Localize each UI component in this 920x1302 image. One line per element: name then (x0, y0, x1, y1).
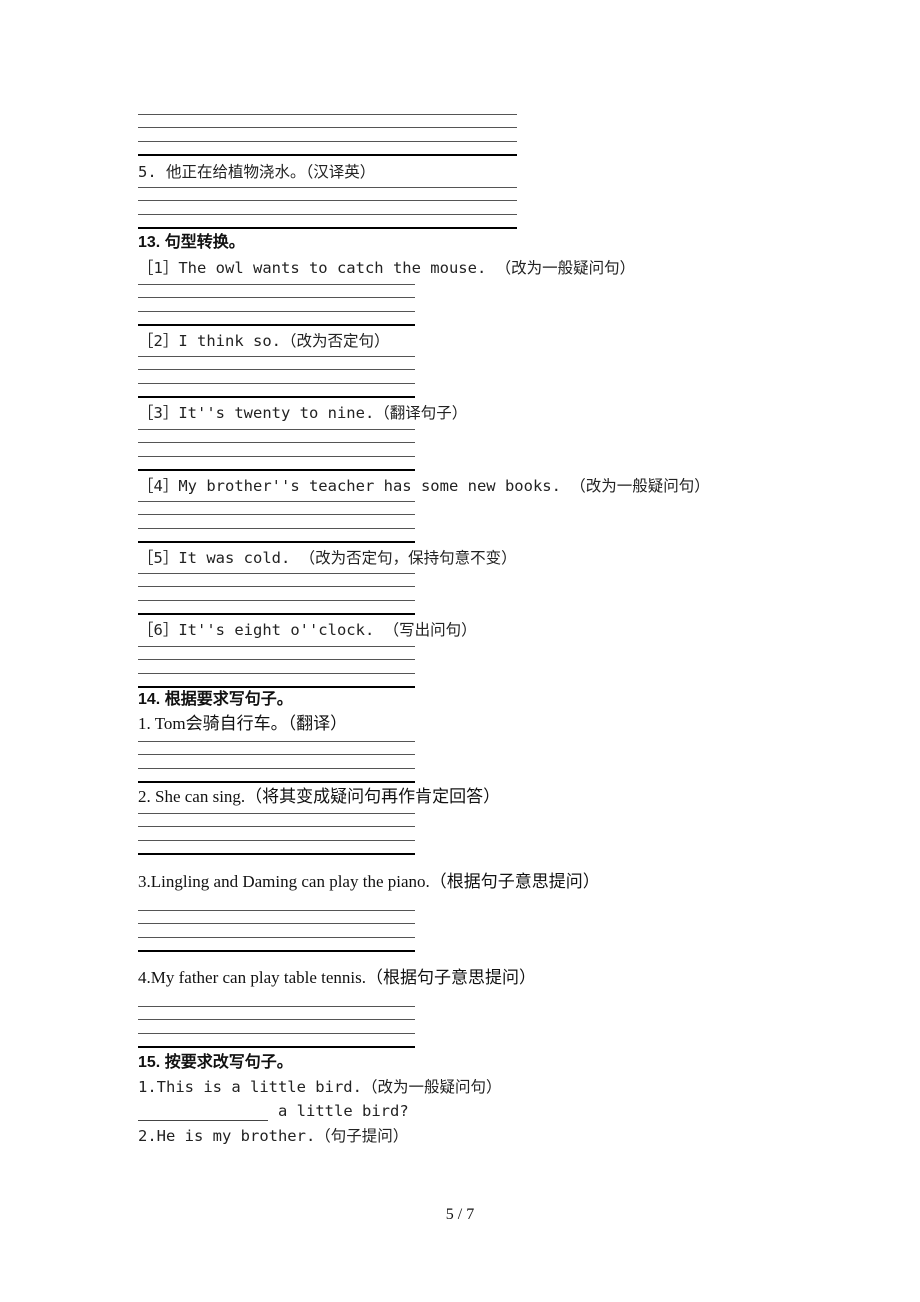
section-13-heading: 13. 句型转换。 (138, 234, 245, 251)
s14-item-1: 1. Tom会骑自行车。（翻译） (138, 714, 348, 733)
answer-line[interactable] (138, 754, 415, 755)
question-5: 5. 他正在给植物浇水。（汉译英） (138, 163, 376, 181)
s13-item-3: ［3］It''s twenty to nine.（翻译句子） (138, 404, 468, 422)
answer-line[interactable] (138, 383, 415, 384)
answer-line[interactable] (138, 659, 415, 660)
answer-line[interactable] (138, 950, 415, 952)
fill-text: a little bird? (278, 1102, 409, 1120)
answer-line[interactable] (138, 573, 415, 574)
answer-line[interactable] (138, 114, 517, 115)
answer-line[interactable] (138, 600, 415, 601)
answer-line[interactable] (138, 826, 415, 827)
answer-line[interactable] (138, 456, 415, 457)
answer-line[interactable] (138, 813, 415, 814)
section-15-heading: 15. 按要求改写句子。 (138, 1054, 293, 1071)
answer-line[interactable] (138, 429, 415, 430)
answer-line[interactable] (138, 311, 415, 312)
s15-item-2: 2.He is my brother.（句子提问） (138, 1127, 409, 1145)
answer-line[interactable] (138, 686, 415, 688)
answer-line[interactable] (138, 923, 415, 924)
answer-blank[interactable] (138, 1104, 268, 1121)
s14-item-4: 4.My father can play table tennis.（根据句子意… (138, 968, 537, 987)
answer-line[interactable] (138, 284, 415, 285)
answer-line[interactable] (138, 1006, 415, 1007)
answer-line[interactable] (138, 214, 517, 215)
answer-line[interactable] (138, 127, 517, 128)
answer-line[interactable] (138, 227, 517, 229)
answer-line[interactable] (138, 324, 415, 326)
answer-line[interactable] (138, 741, 415, 742)
section-14-heading: 14. 根据要求写句子。 (138, 691, 293, 708)
answer-line[interactable] (138, 469, 415, 471)
s13-item-1: ［1］The owl wants to catch the mouse. （改为… (138, 259, 636, 277)
answer-line[interactable] (138, 613, 415, 615)
s13-item-4: ［4］My brother''s teacher has some new bo… (138, 477, 710, 495)
answer-line[interactable] (138, 154, 517, 156)
answer-line[interactable] (138, 586, 415, 587)
answer-line[interactable] (138, 514, 415, 515)
answer-line[interactable] (138, 396, 415, 398)
answer-line[interactable] (138, 356, 415, 357)
answer-line[interactable] (138, 442, 415, 443)
s13-item-5: ［5］It was cold. （改为否定句，保持句意不变） (138, 549, 517, 567)
answer-line[interactable] (138, 200, 517, 201)
document-page: 5. 他正在给植物浇水。（汉译英） 13. 句型转换。 ［1］The owl w… (0, 0, 920, 1302)
s14-item-2: 2. She can sing.（将其变成疑问句再作肯定回答） (138, 787, 501, 806)
answer-line[interactable] (138, 541, 415, 543)
answer-line[interactable] (138, 297, 415, 298)
answer-line[interactable] (138, 910, 415, 911)
answer-line[interactable] (138, 853, 415, 855)
answer-line[interactable] (138, 1019, 415, 1020)
answer-line[interactable] (138, 768, 415, 769)
answer-line[interactable] (138, 501, 415, 502)
answer-line[interactable] (138, 646, 415, 647)
answer-line[interactable] (138, 1033, 415, 1034)
answer-line[interactable] (138, 1046, 415, 1048)
s14-item-3: 3.Lingling and Daming can play the piano… (138, 872, 600, 891)
answer-line[interactable] (138, 937, 415, 938)
s15-item-1: 1.This is a little bird.（改为一般疑问句） (138, 1078, 502, 1096)
answer-line[interactable] (138, 673, 415, 674)
answer-line[interactable] (138, 781, 415, 783)
s15-item-1-answer: a little bird? (138, 1101, 409, 1121)
s13-item-2: ［2］I think so.（改为否定句） (138, 332, 390, 350)
answer-line[interactable] (138, 840, 415, 841)
page-number: 5 / 7 (445, 1206, 475, 1223)
answer-line[interactable] (138, 528, 415, 529)
answer-line[interactable] (138, 141, 517, 142)
answer-line[interactable] (138, 187, 517, 188)
answer-line[interactable] (138, 369, 415, 370)
s13-item-6: ［6］It''s eight o''clock. （写出问句） (138, 621, 477, 639)
